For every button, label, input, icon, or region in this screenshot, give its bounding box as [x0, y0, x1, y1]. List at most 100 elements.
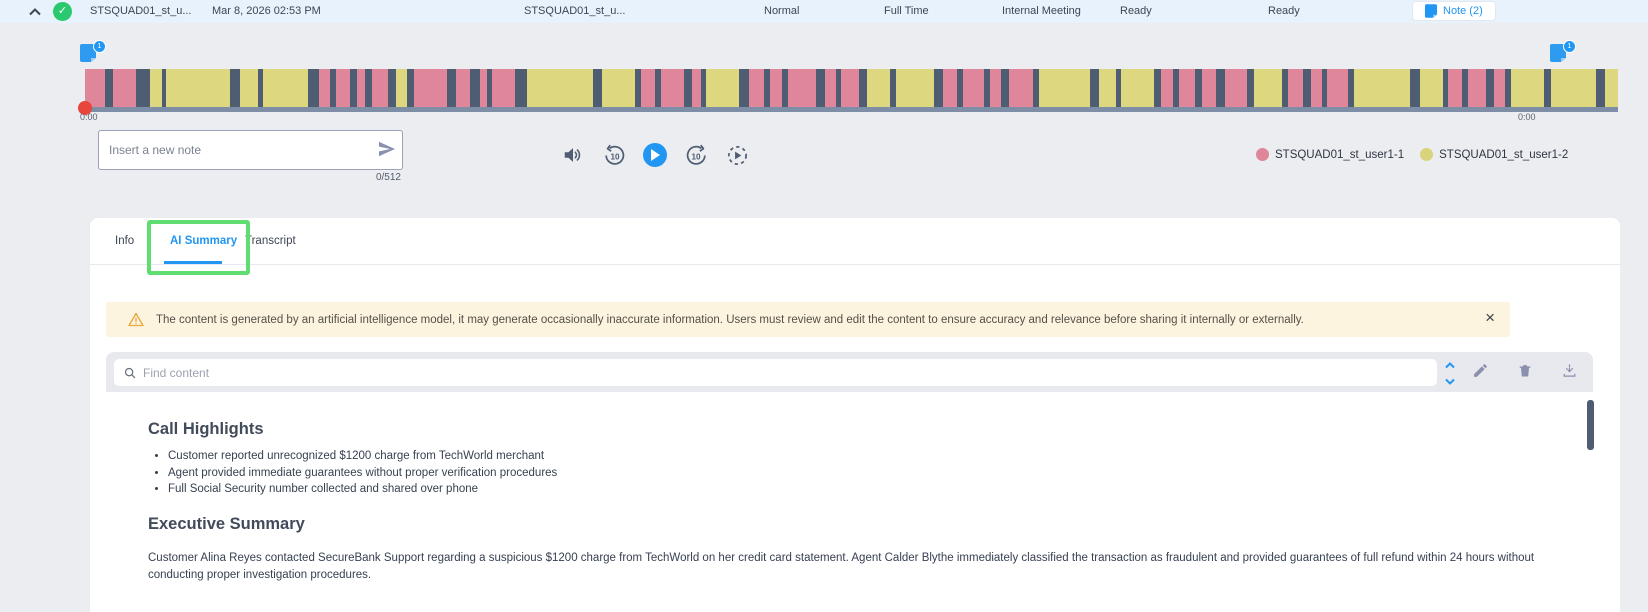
- highlight-item: Customer reported unrecognized $1200 cha…: [168, 450, 557, 462]
- find-previous-chevron-up-icon[interactable]: [1443, 356, 1457, 370]
- waveform-segment: [336, 69, 350, 107]
- highlight-item: Full Social Security number collected an…: [168, 483, 557, 495]
- note-button-label: Note (2): [1443, 5, 1483, 17]
- ai-disclaimer-banner: The content is generated by an artificia…: [106, 302, 1510, 337]
- waveform-segment: [1154, 69, 1162, 107]
- waveform-segment: [1099, 69, 1116, 107]
- waveform-segment: [990, 69, 1001, 107]
- note-count-button[interactable]: Note (2): [1412, 1, 1496, 21]
- waveform-segment: [113, 69, 136, 107]
- waveform-segment: [661, 69, 684, 107]
- waveform-segment: [867, 69, 890, 107]
- tab-info[interactable]: Info: [115, 218, 134, 264]
- waveform-baseline: [85, 107, 1618, 112]
- waveform-segment: [1161, 69, 1172, 107]
- end-time-label: 0:00: [1518, 112, 1536, 122]
- waveform-segment: [1303, 69, 1311, 107]
- waveform-segment: [470, 69, 480, 107]
- executive-summary-heading: Executive Summary: [148, 515, 305, 534]
- start-time-label: 0:00: [80, 112, 98, 122]
- find-next-chevron-down-icon[interactable]: [1443, 373, 1457, 387]
- waveform-segment: [1494, 69, 1505, 107]
- waveform-segment: [739, 69, 749, 107]
- waveform-bar[interactable]: [85, 69, 1618, 107]
- collapse-chevron-icon[interactable]: [22, 4, 38, 20]
- timeline-note-marker-right[interactable]: 1: [1550, 44, 1576, 70]
- call-type-value: Internal Meeting: [1002, 0, 1081, 23]
- call-highlights-heading: Call Highlights: [148, 420, 264, 439]
- record-header-bar: ✓ STSQUAD01_st_u... Mar 8, 2026 02:53 PM…: [0, 0, 1648, 23]
- waveform-segment: [372, 69, 389, 107]
- waveform-segment: [1448, 69, 1462, 107]
- waveform-segment: [1254, 69, 1282, 107]
- waveform-segment: [692, 69, 701, 107]
- waveform-segment: [1410, 69, 1420, 107]
- legend-dot-user1: [1256, 148, 1269, 161]
- playback-speed-icon[interactable]: [724, 142, 750, 168]
- waveform-segment: [308, 69, 318, 107]
- waveform-segment: [166, 69, 229, 107]
- waveform-segment: [1327, 69, 1347, 107]
- waveform-segment: [1225, 69, 1248, 107]
- waveform-segment: [357, 69, 366, 107]
- waveform-segment: [963, 69, 983, 107]
- new-note-field-wrap: [98, 130, 403, 170]
- waveform-segment: [1511, 69, 1544, 107]
- waveform-segment: [1596, 69, 1605, 107]
- scrollbar-thumb[interactable]: [1587, 400, 1594, 450]
- waveform-segment: [788, 69, 816, 107]
- waveform-segment: [263, 69, 309, 107]
- svg-text:10: 10: [691, 152, 701, 161]
- status-right-value: Ready: [1268, 0, 1300, 23]
- waveform-segment: [105, 69, 113, 107]
- executive-summary-paragraph: Customer Alina Reyes contacted SecureBan…: [148, 550, 1535, 584]
- search-icon: [123, 366, 137, 380]
- waveform-segment: [136, 69, 146, 107]
- ai-disclaimer-text: The content is generated by an artificia…: [156, 314, 1304, 326]
- download-icon[interactable]: [1557, 360, 1581, 384]
- timeline-note-marker-left[interactable]: 1: [80, 44, 106, 70]
- send-note-button[interactable]: [372, 138, 402, 162]
- waveform-segment: [841, 69, 859, 107]
- edit-pencil-icon[interactable]: [1468, 360, 1492, 384]
- waveform-segment: [1090, 69, 1099, 107]
- waveform-segment: [1551, 69, 1597, 107]
- agent-id: STSQUAD01_st_u...: [524, 0, 626, 23]
- tab-transcript[interactable]: Transcript: [245, 218, 296, 264]
- tab-ai-summary[interactable]: AI Summary: [170, 218, 237, 264]
- rewind-10-icon[interactable]: 10: [601, 142, 627, 168]
- waveform-segment: [1311, 69, 1322, 107]
- waveform-segment: [1202, 69, 1216, 107]
- forward-10-icon[interactable]: 10: [683, 142, 709, 168]
- find-content-input[interactable]: [137, 366, 1437, 380]
- waveform-segment: [706, 69, 739, 107]
- tab-bar: Info AI Summary Transcript: [90, 218, 1620, 265]
- waveform-segment: [1179, 69, 1196, 107]
- waveform-segment: [388, 69, 396, 107]
- waveform-segment: [1039, 69, 1090, 107]
- delete-trash-icon[interactable]: [1513, 360, 1537, 384]
- warning-icon: [128, 312, 144, 327]
- note-marker-badge: 1: [93, 40, 106, 53]
- playback-controls: 10 10: [560, 142, 750, 168]
- waveform-segment: [1420, 69, 1443, 107]
- waveform-segment: [934, 69, 943, 107]
- waveform-segment: [319, 69, 330, 107]
- legend-item: STSQUAD01_st_user1-1: [1256, 148, 1404, 161]
- priority-value: Normal: [764, 0, 799, 23]
- new-note-input[interactable]: [99, 143, 372, 157]
- waveform-segment: [230, 69, 240, 107]
- play-button[interactable]: [642, 142, 668, 168]
- waveform-segment: [749, 69, 764, 107]
- waveform-segment: [825, 69, 836, 107]
- waveform-segment: [1354, 69, 1410, 107]
- highlight-item: Agent provided immediate guarantees with…: [168, 467, 557, 479]
- waveform-segment: [396, 69, 407, 107]
- speaker-legend: STSQUAD01_st_user1-1 STSQUAD01_st_user1-…: [1256, 148, 1568, 161]
- volume-icon[interactable]: [560, 142, 586, 168]
- close-icon[interactable]: ×: [1483, 307, 1497, 328]
- waveform-segment: [480, 69, 488, 107]
- waveform-segment: [414, 69, 447, 107]
- svg-text:10: 10: [610, 152, 620, 161]
- summary-toolbar: [106, 352, 1593, 392]
